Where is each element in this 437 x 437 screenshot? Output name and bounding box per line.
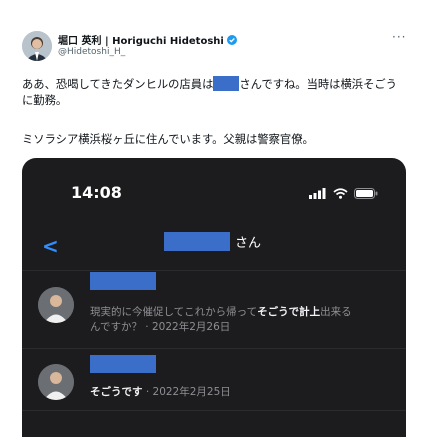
message-text: そごうです · 2022年2月25日 [90, 385, 390, 400]
author-name-row[interactable]: 堀口 英利 | Horiguchi Hidetoshi [58, 32, 237, 47]
author-avatar[interactable] [22, 31, 52, 61]
message-text-after: · 2022年2月25日 [142, 386, 231, 398]
redacted-name-block [213, 76, 240, 91]
status-bar-time: 14:08 [71, 183, 122, 202]
chat-title: さん [164, 232, 261, 251]
wifi-icon [333, 184, 348, 203]
divider [22, 348, 406, 349]
attached-screenshot[interactable]: 14:08 < さん 現実的に今催促してこれから帰ってそごうで計上出来る んです… [22, 158, 406, 437]
redacted-title-block [164, 232, 230, 251]
cellular-signal-icon [309, 184, 327, 203]
battery-icon [354, 184, 378, 203]
author-display-name[interactable]: 堀口 英利 | Horiguchi Hidetoshi [58, 32, 224, 47]
message-text-highlight: そごうで計上 [257, 306, 321, 318]
verified-badge-icon [226, 34, 237, 45]
message-text-line-2: んですか？ · 2022年2月26日 [90, 321, 231, 333]
divider [22, 270, 406, 271]
message-text-highlight: そごうです [90, 386, 143, 398]
tweet-text-line-2: に勤務。 [22, 94, 68, 107]
redacted-sender-name [90, 272, 156, 290]
message-text: 現実的に今催促してこれから帰ってそごうで計上出来る [90, 305, 390, 320]
tweet-text-line-1: ああ、恐喝してきたダンヒルの店員は さんですね。当時は横浜そごう [22, 76, 412, 93]
author-handle[interactable]: @Hidetoshi_H_ [58, 47, 125, 57]
message-avatar[interactable] [38, 287, 74, 323]
message-text-after: 出来る [320, 306, 352, 318]
redacted-sender-name [90, 355, 156, 373]
message-text-before: 現実的に今催促してこれから帰って [90, 306, 258, 318]
tweet-card: 堀口 英利 | Horiguchi Hidetoshi @Hidetoshi_H… [0, 0, 437, 437]
tweet-text-before: ああ、恐喝してきたダンヒルの店員は [22, 78, 214, 91]
back-chevron-icon[interactable]: < [42, 234, 59, 258]
divider [22, 410, 406, 411]
status-bar-icons [309, 184, 378, 203]
chat-title-suffix: さん [235, 236, 262, 251]
more-options-icon[interactable]: ··· [392, 30, 406, 44]
tweet-text-after: さんですね。当時は横浜そごう [239, 78, 397, 91]
message-avatar[interactable] [38, 364, 74, 400]
tweet-text-line-3: ミソラシア横浜桜ヶ丘に住んでいます。父親は警察官僚。 [22, 133, 314, 146]
